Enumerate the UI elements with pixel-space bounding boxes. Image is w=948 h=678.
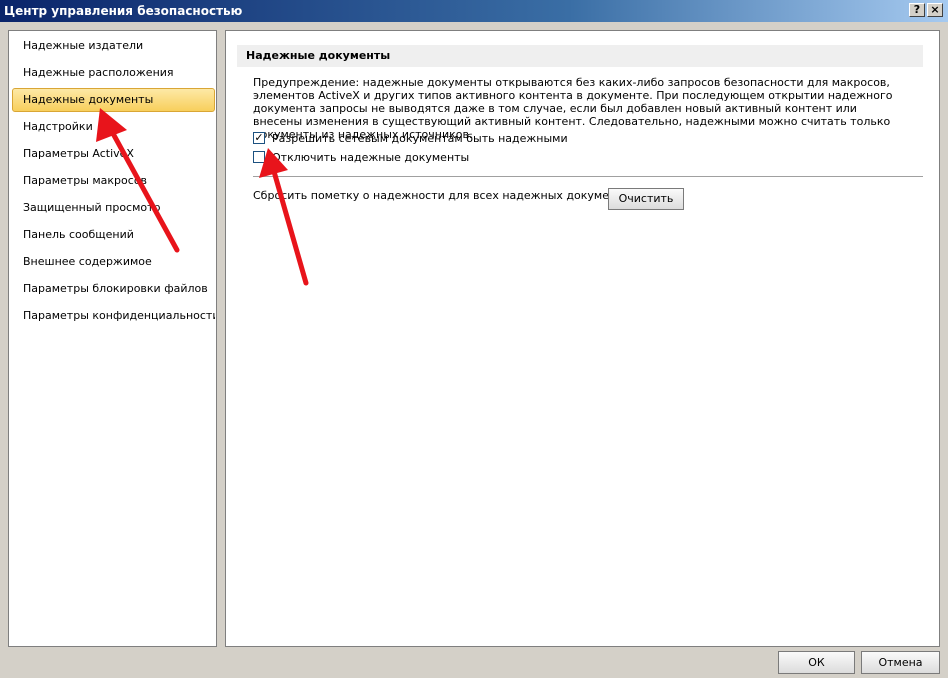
section-title: Надежные документы bbox=[237, 45, 923, 67]
close-button[interactable]: × bbox=[927, 3, 943, 17]
sidebar-item-message-bar[interactable]: Панель сообщений bbox=[12, 223, 215, 247]
title-bar: Центр управления безопасностью ? × bbox=[0, 0, 948, 22]
allow-network-checkbox[interactable]: ✓ bbox=[253, 132, 265, 144]
sidebar: Надежные издатели Надежные расположения … bbox=[8, 30, 217, 647]
main-panel: Надежные документы Предупреждение: надеж… bbox=[225, 30, 940, 647]
ok-button[interactable]: ОК bbox=[778, 651, 855, 674]
sidebar-item-protected-view[interactable]: Защищенный просмотр bbox=[12, 196, 215, 220]
sidebar-item-activex-settings[interactable]: Параметры ActiveX bbox=[12, 142, 215, 166]
disable-trusted-checkbox[interactable] bbox=[253, 151, 265, 163]
sidebar-item-macro-settings[interactable]: Параметры макросов bbox=[12, 169, 215, 193]
window-title: Центр управления безопасностью bbox=[4, 4, 243, 18]
divider bbox=[253, 176, 923, 178]
sidebar-item-trusted-documents[interactable]: Надежные документы bbox=[12, 88, 215, 112]
sidebar-item-file-block-settings[interactable]: Параметры блокировки файлов bbox=[12, 277, 215, 301]
reset-trust-label: Сбросить пометку о надежности для всех н… bbox=[253, 189, 636, 202]
cancel-button[interactable]: Отмена bbox=[861, 651, 940, 674]
help-button[interactable]: ? bbox=[909, 3, 925, 17]
sidebar-item-privacy-options[interactable]: Параметры конфиденциальности bbox=[12, 304, 215, 328]
clear-button[interactable]: Очистить bbox=[608, 188, 684, 210]
allow-network-label[interactable]: Разрешить сетевым документам быть надежн… bbox=[272, 132, 568, 145]
disable-trusted-label[interactable]: Отключить надежные документы bbox=[272, 151, 469, 164]
sidebar-item-external-content[interactable]: Внешнее содержимое bbox=[12, 250, 215, 274]
sidebar-item-add-ins[interactable]: Надстройки bbox=[12, 115, 215, 139]
sidebar-item-trusted-publishers[interactable]: Надежные издатели bbox=[12, 34, 215, 58]
sidebar-item-trusted-locations[interactable]: Надежные расположения bbox=[12, 61, 215, 85]
